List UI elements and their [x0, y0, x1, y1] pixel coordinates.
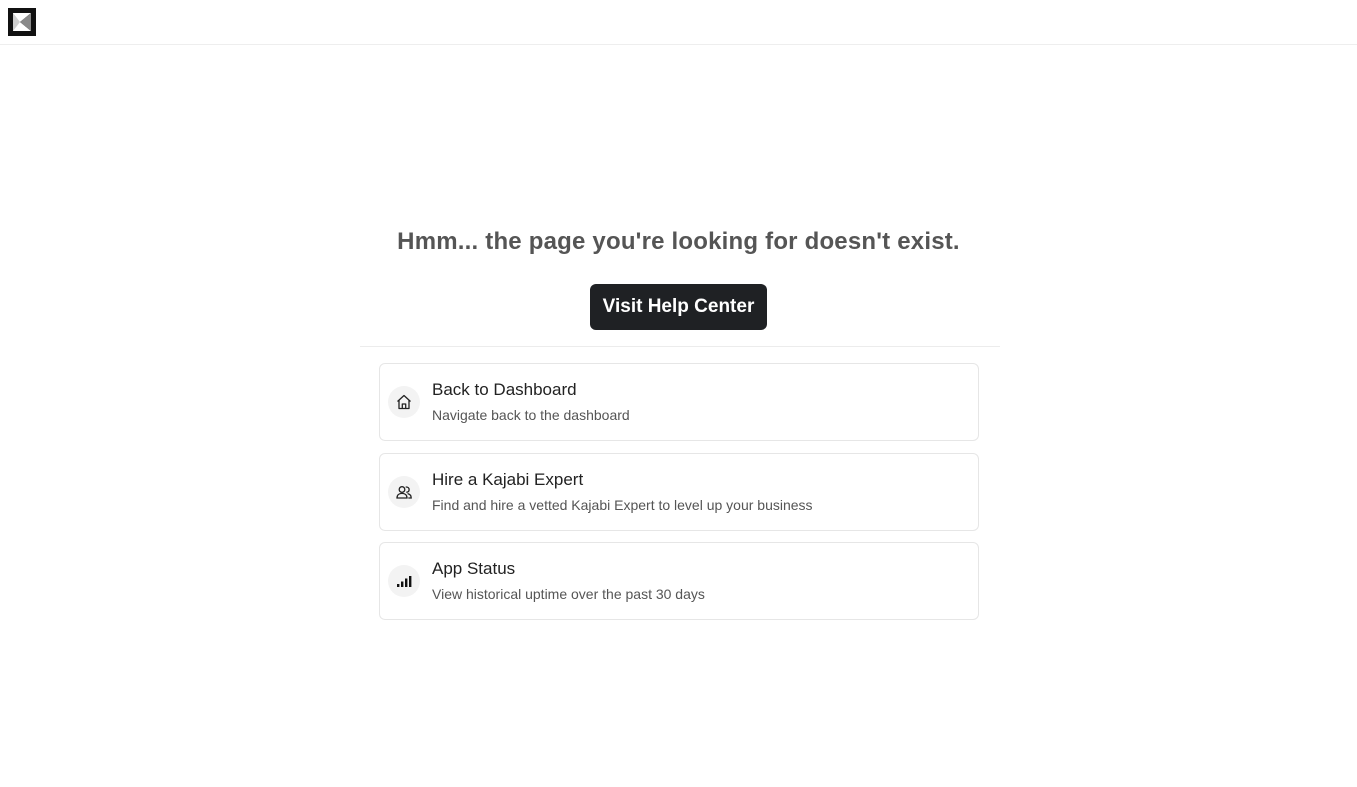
error-headline: Hmm... the page you're looking for doesn…: [397, 228, 960, 255]
card-description: Navigate back to the dashboard: [432, 407, 630, 423]
page: Hmm... the page you're looking for doesn…: [0, 0, 1357, 787]
kajabi-logo-icon[interactable]: [8, 8, 36, 36]
back-to-dashboard-card[interactable]: Back to Dashboard Navigate back to the d…: [379, 363, 979, 441]
top-bar: [0, 0, 1357, 45]
card-title: App Status: [432, 559, 516, 578]
icon-circle: [388, 386, 420, 418]
card-description: Find and hire a vetted Kajabi Expert to …: [432, 497, 813, 513]
divider: [360, 346, 1000, 347]
app-status-card[interactable]: App Status View historical uptime over t…: [379, 542, 979, 620]
icon-circle: [388, 476, 420, 508]
visit-help-center-button[interactable]: Visit Help Center: [590, 284, 767, 330]
hire-kajabi-expert-card[interactable]: Hire a Kajabi Expert Find and hire a vet…: [379, 453, 979, 531]
icon-circle: [388, 565, 420, 597]
card-title: Back to Dashboard: [432, 380, 577, 399]
card-description: View historical uptime over the past 30 …: [432, 586, 705, 602]
signal-bars-icon: [397, 576, 412, 587]
home-icon: [397, 394, 411, 410]
card-title: Hire a Kajabi Expert: [432, 470, 584, 489]
users-icon: [396, 486, 412, 499]
